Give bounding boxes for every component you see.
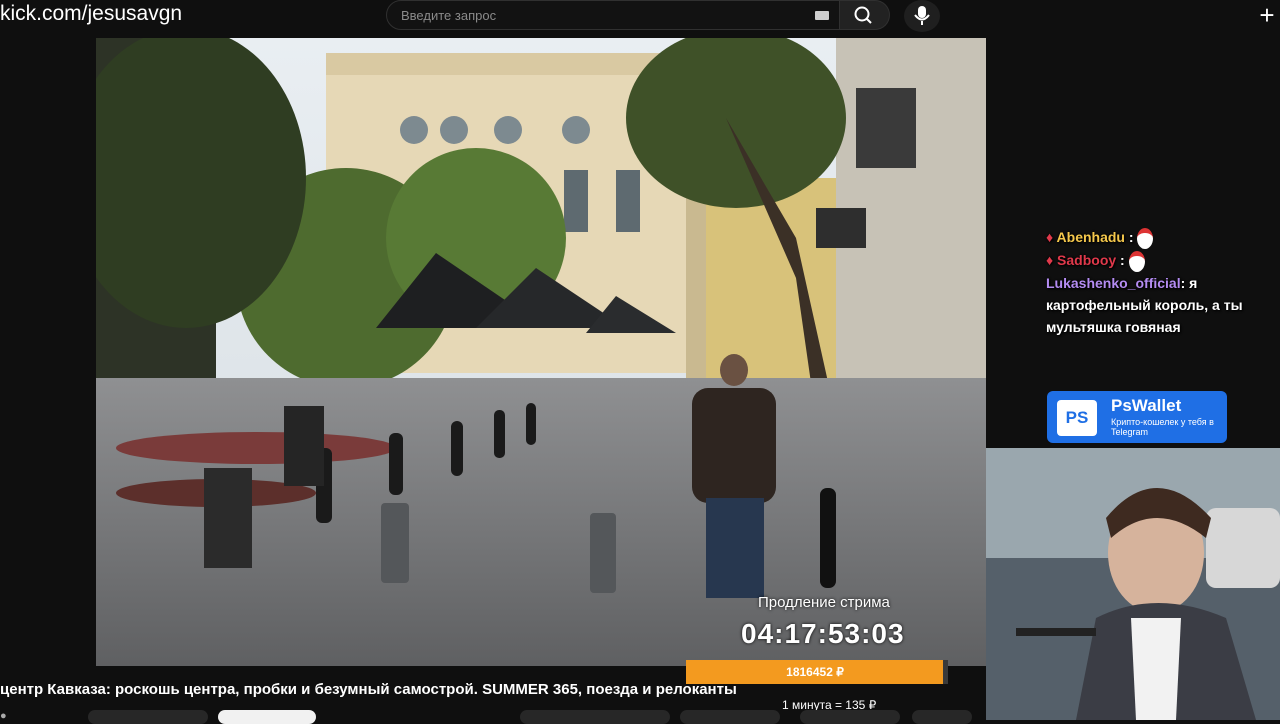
chat-message: ♦ Abenhadu : (1046, 226, 1246, 249)
santa-emote-icon (1137, 227, 1154, 249)
download-chip[interactable] (800, 710, 900, 724)
pswallet-ad[interactable]: PS PsWallet Крипто-кошелек у тебя в Tele… (1047, 391, 1227, 443)
chat-message: ♦ Sadbooy : (1046, 249, 1246, 272)
search-placeholder: Введите запрос (401, 8, 497, 23)
video-title: центр Кавказа: роскошь центра, пробки и … (0, 681, 737, 698)
webcam-image (986, 448, 1280, 720)
chat-separator: : (1124, 229, 1138, 245)
street-scene-image (96, 38, 986, 666)
chat-separator: : (1116, 251, 1129, 268)
create-plus-icon[interactable]: + (1254, 2, 1280, 28)
share-chip[interactable] (680, 710, 780, 724)
santa-emote-icon (1128, 250, 1145, 272)
more-chip[interactable] (912, 710, 972, 724)
microphone-icon (914, 6, 930, 25)
badge-icon: ♦ (1046, 251, 1054, 268)
address-bar[interactable]: kick.com/jesusavgn (0, 2, 182, 26)
stream-extension-timer: 04:17:53:03 (741, 618, 905, 649)
search-button[interactable] (840, 0, 890, 30)
badge-icon: ♦ (1046, 229, 1054, 245)
chat-username[interactable]: Lukashenko_official (1046, 275, 1181, 291)
pswallet-logo-icon: PS (1057, 400, 1097, 436)
chat-username[interactable]: Abenhadu (1057, 229, 1125, 245)
voice-search-button[interactable] (904, 0, 940, 32)
search-input[interactable]: Введите запрос (386, 0, 840, 30)
video-frame[interactable] (96, 38, 986, 666)
search-icon (854, 6, 872, 24)
chat-overlay: ♦ Abenhadu : ♦ Sadbooy : Lukashenko_offi… (1046, 216, 1246, 338)
stream-extension-label: Продление стрима (758, 594, 890, 611)
action-chip[interactable] (88, 710, 208, 724)
streamer-webcam (986, 448, 1280, 720)
chat-message (1046, 216, 1246, 226)
subscribe-chip[interactable] (218, 710, 316, 724)
chat-username[interactable]: Sadbooy (1057, 252, 1116, 268)
channel-avatar-icon[interactable]: ● (0, 710, 7, 722)
chat-message: Lukashenko_official: я картофельный коро… (1046, 272, 1246, 338)
ad-brand: PsWallet (1111, 396, 1182, 415)
browser-top-bar: kick.com/jesusavgn Введите запрос + (0, 0, 1280, 38)
like-chip[interactable] (520, 710, 670, 724)
ad-tagline: Крипто-кошелек у тебя в Telegram (1111, 417, 1214, 437)
keyboard-icon[interactable] (815, 11, 829, 20)
